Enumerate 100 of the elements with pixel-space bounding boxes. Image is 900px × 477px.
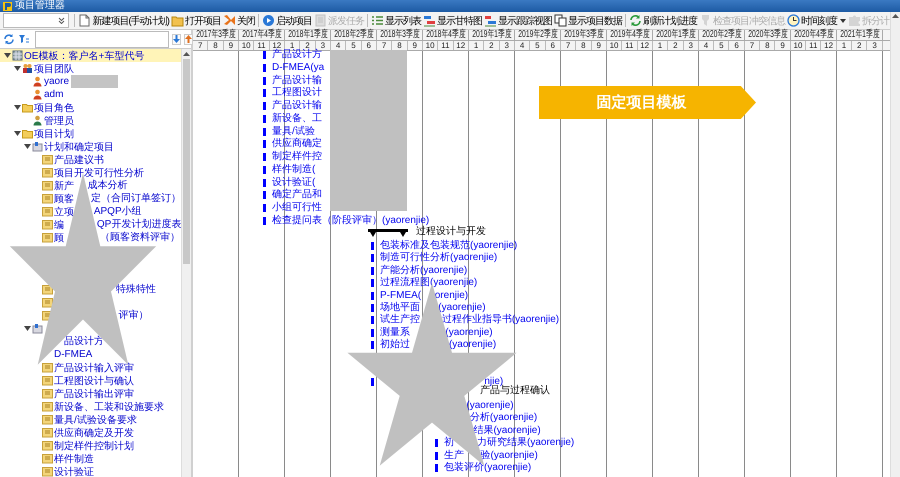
task-marker (371, 328, 374, 337)
tree-item[interactable]: 项目团队 (0, 62, 181, 75)
toolbar-button[interactable]: 启动项目 (261, 12, 313, 28)
task-marker (435, 464, 438, 472)
folder-icon (42, 375, 53, 386)
tree-item[interactable]: 工程图设计与确认 (0, 374, 181, 387)
quarter-label: 2020年4季度 (794, 30, 834, 40)
tree-item[interactable]: adm (0, 88, 181, 101)
caret-icon[interactable] (24, 325, 31, 332)
folder-icon (42, 167, 53, 178)
tree-item[interactable]: 顾客 定（合同订单签订） (0, 192, 181, 205)
tree-item[interactable]: 样件制造 (0, 452, 181, 465)
task-label: 初始过 (380, 339, 410, 352)
task-label: 产品设计输 (272, 100, 322, 112)
month-label: 9 (224, 40, 239, 50)
tree-item[interactable]: 设计验证 (0, 465, 181, 477)
tree-item[interactable]: 产品建议书 (0, 153, 181, 166)
tree-item[interactable]: 产品设计输入评审 (0, 361, 181, 374)
caret-icon[interactable] (4, 52, 11, 59)
quarter-label: 2020年3季度 (748, 30, 788, 40)
month-label: 11 (438, 40, 454, 50)
toolbar-button[interactable]: 显示项目数据 (553, 12, 623, 28)
tree-item[interactable]: 计划和确定项目 (0, 140, 181, 153)
task-label: 过程作业指导书(yaorenjie) (442, 314, 560, 326)
tree-item[interactable]: 项目开发可行性分析 (0, 166, 181, 179)
caret-icon[interactable] (14, 130, 21, 137)
move-up-button[interactable] (184, 34, 193, 44)
toolbar-button[interactable]: 关闭 (222, 12, 256, 28)
toolbar-button[interactable]: 刷新计划进度 (628, 12, 698, 28)
quarter-label: 2020年2季度 (702, 30, 742, 40)
month-label: 6 (729, 40, 745, 50)
toolbar-button[interactable]: 打开项目 (170, 12, 222, 28)
task-label: 样件制造( (272, 164, 316, 176)
tree-item[interactable]: 立项 APQP小组 (0, 205, 181, 218)
caret-icon[interactable] (24, 143, 31, 150)
filter-icon (18, 33, 30, 45)
toolbar-button[interactable]: 显示跟踪视图 (483, 12, 553, 28)
tree-item[interactable]: 量具/试验设备要求 (0, 413, 181, 426)
task-marker (263, 153, 266, 161)
task-label: 包装标准及包装规范(yaorenjie) (380, 240, 518, 252)
toolbar-button[interactable]: 显示甘特图 (422, 12, 483, 28)
month-label: 3 (867, 40, 883, 50)
quarter-label: 2018年2季度 (334, 30, 374, 40)
tree-item[interactable]: 项目角色 (0, 101, 181, 114)
task-marker (371, 316, 374, 324)
quarter-label: 2021年1季度 (840, 30, 880, 40)
month-label: 2 (668, 40, 684, 50)
task-label: 场地平面 (380, 302, 420, 314)
tree-item[interactable]: D-FMEA (0, 348, 181, 361)
bar-chart-icon (484, 14, 497, 27)
move-down-button[interactable] (172, 34, 181, 44)
month-label: 11 (622, 40, 638, 50)
task-marker (263, 128, 266, 136)
caret-icon (840, 18, 846, 22)
chart-icon (32, 141, 43, 152)
tree-item[interactable]: 新产 成本分析 (0, 179, 181, 192)
tree-item[interactable]: OE模板：客户名+车型代号 (0, 49, 181, 62)
tree-item[interactable]: 供应商确定及开发 (0, 426, 181, 439)
task-label: 工程图设计 (272, 87, 322, 100)
tree-item[interactable]: 制定样件控制计划 (0, 439, 181, 452)
tree-item[interactable]: 产品设计输出评审 (0, 387, 181, 400)
toolbar-button[interactable]: 新建项目(手动计划) (77, 12, 170, 28)
arrow-up-icon (183, 52, 190, 56)
caret-icon[interactable] (14, 65, 21, 72)
task-label: (yaorenjie) (466, 400, 514, 412)
tree-item[interactable]: 品设计方 (0, 335, 181, 348)
task-label: 产能分析(yaorenjie) (380, 264, 468, 276)
task-marker (263, 89, 266, 98)
task-marker (263, 216, 266, 225)
puzzle-icon (848, 14, 861, 27)
tree-item[interactable]: 项目计划 (0, 127, 181, 140)
folder-icon (42, 453, 53, 464)
task-label: 供应商确定 (272, 138, 322, 150)
window-title: 项目管理器 (15, 0, 65, 12)
task-label: orenjie) (434, 290, 468, 302)
pin-icon (699, 14, 712, 27)
person-icon (32, 76, 43, 87)
task-label: D-FMEA(ya (272, 62, 324, 74)
summary-bar (368, 229, 408, 238)
month-label: 10 (790, 40, 806, 50)
tree-item[interactable]: 顾 （顾客资料评审） (0, 231, 181, 244)
quarter-label: 2019年3季度 (564, 30, 604, 40)
task-label: 产品设计方 (272, 49, 322, 61)
tree-item[interactable]: yaore (0, 75, 181, 88)
task-marker (371, 242, 374, 250)
month-label: 11 (806, 40, 822, 50)
arrow-up-icon (892, 14, 899, 18)
task-label: 设计验证( (272, 176, 316, 188)
month-label: 5 (714, 40, 730, 50)
tree-item[interactable]: 编 QP开发计划进度表 (0, 218, 181, 231)
task-label: 量具/试验 (272, 126, 315, 138)
tree-item[interactable]: 管理员 (0, 114, 181, 127)
toolbar-button[interactable]: 时间刻度 (786, 12, 847, 28)
task-label: 试生产控 (380, 314, 420, 326)
caret-icon[interactable] (14, 104, 21, 111)
person-icon (32, 89, 43, 100)
search-field[interactable] (35, 30, 169, 48)
toolbar-button[interactable]: 显示列表 (370, 12, 422, 28)
document-icon (314, 14, 327, 27)
tree-item[interactable]: 新设备、工装和设施要求 (0, 400, 181, 413)
